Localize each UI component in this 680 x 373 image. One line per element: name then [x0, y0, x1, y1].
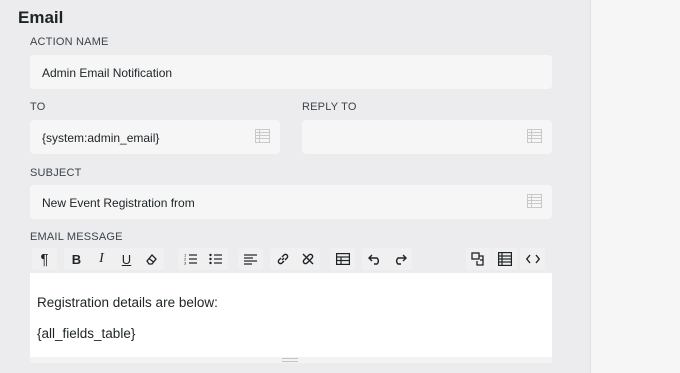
- toolbar-group-fields: [492, 248, 517, 270]
- to-input[interactable]: {system:admin_email}: [30, 120, 280, 154]
- underline-icon[interactable]: U: [114, 248, 139, 270]
- code-view-icon[interactable]: [520, 248, 545, 270]
- unordered-list-icon[interactable]: [203, 248, 228, 270]
- toolbar-group-format: B I U: [64, 248, 164, 270]
- subject-input[interactable]: New Event Registration from: [30, 185, 552, 219]
- toolbar-group-paragraph: ¶: [32, 248, 57, 270]
- email-message-label: EMAIL MESSAGE: [30, 231, 123, 243]
- message-line: Registration details are below:: [37, 295, 218, 310]
- to-label: TO: [30, 101, 46, 113]
- italic-icon[interactable]: I: [89, 248, 114, 270]
- merge-tag-icon[interactable]: [527, 129, 542, 143]
- action-name-label: ACTION NAME: [30, 36, 109, 48]
- paragraph-icon[interactable]: ¶: [32, 248, 57, 270]
- subject-label: SUBJECT: [30, 167, 82, 179]
- unlink-icon[interactable]: [295, 248, 320, 270]
- reply-to-input[interactable]: [302, 120, 552, 154]
- merge-tag-icon[interactable]: [255, 129, 270, 143]
- merge-tags-icon[interactable]: [466, 248, 491, 270]
- toolbar-group-align: [238, 248, 263, 270]
- link-icon[interactable]: [270, 248, 295, 270]
- message-line: {all_fields_table}: [37, 326, 136, 341]
- reply-to-label: REPLY TO: [302, 101, 357, 113]
- toolbar-group-lists: 123: [178, 248, 228, 270]
- subject-value: New Event Registration from: [42, 196, 195, 210]
- resize-handle-icon[interactable]: [282, 358, 298, 362]
- toolbar-group-history: [362, 248, 412, 270]
- action-name-input[interactable]: Admin Email Notification: [30, 55, 552, 89]
- section-title: Email: [18, 8, 64, 27]
- to-value: {system:admin_email}: [42, 131, 160, 145]
- fields-table-icon[interactable]: [492, 248, 517, 270]
- undo-icon[interactable]: [362, 248, 387, 270]
- editor-toolbar: ¶ B I U 123: [30, 248, 552, 272]
- clear-formatting-icon[interactable]: [139, 248, 164, 270]
- merge-tag-icon[interactable]: [527, 194, 542, 208]
- align-left-icon[interactable]: [238, 248, 263, 270]
- action-name-value: Admin Email Notification: [42, 66, 173, 80]
- toolbar-group-table: [330, 248, 355, 270]
- ordered-list-icon[interactable]: 123: [178, 248, 203, 270]
- toolbar-group-links: [270, 248, 320, 270]
- redo-icon[interactable]: [387, 248, 412, 270]
- toolbar-group-merge: [466, 248, 491, 270]
- table-icon[interactable]: [330, 248, 355, 270]
- svg-text:3: 3: [184, 261, 187, 266]
- bold-icon[interactable]: B: [64, 248, 89, 270]
- email-message-editor[interactable]: Registration details are below: {all_fie…: [30, 273, 552, 357]
- toolbar-group-code: [520, 248, 545, 270]
- right-side-panel: [590, 0, 680, 373]
